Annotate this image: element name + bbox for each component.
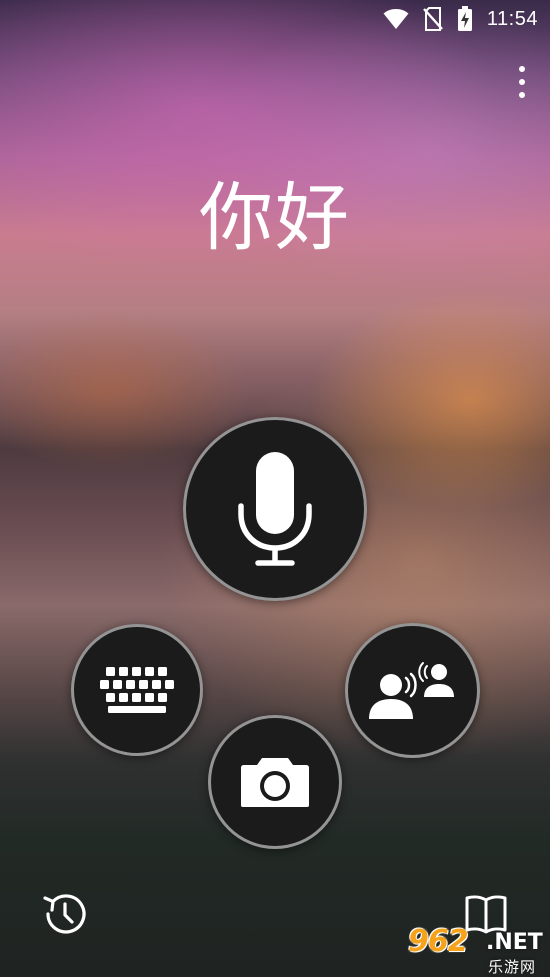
history-button[interactable] xyxy=(40,890,88,938)
no-sim-icon xyxy=(423,7,443,31)
watermark-brand: 962 xyxy=(408,924,469,959)
conversation-button[interactable] xyxy=(345,623,480,758)
microphone-icon xyxy=(238,452,312,566)
camera-icon xyxy=(241,758,309,807)
status-time: 11:54 xyxy=(486,7,538,30)
status-icons: 11:54 xyxy=(383,6,538,32)
more-vertical-icon xyxy=(519,66,525,72)
keyboard-button[interactable] xyxy=(71,624,203,756)
history-icon xyxy=(43,894,86,934)
wifi-icon xyxy=(383,9,409,29)
watermark-subtitle: 乐游网 xyxy=(488,958,537,976)
battery-charging-icon xyxy=(457,6,472,31)
more-options-button[interactable] xyxy=(516,66,528,98)
greeting-text: 你好 xyxy=(199,175,351,261)
watermark-suffix: .NET xyxy=(486,930,543,955)
status-bar: 11:54 xyxy=(0,0,550,36)
site-watermark: 962 .NET 乐游网 xyxy=(408,924,548,976)
conversation-icon xyxy=(368,661,454,719)
microphone-button[interactable] xyxy=(183,417,367,601)
camera-button[interactable] xyxy=(208,715,342,849)
app-screen: 11:54 你好 962 .NET 乐游网 xyxy=(0,0,550,977)
keyboard-icon xyxy=(100,667,174,713)
